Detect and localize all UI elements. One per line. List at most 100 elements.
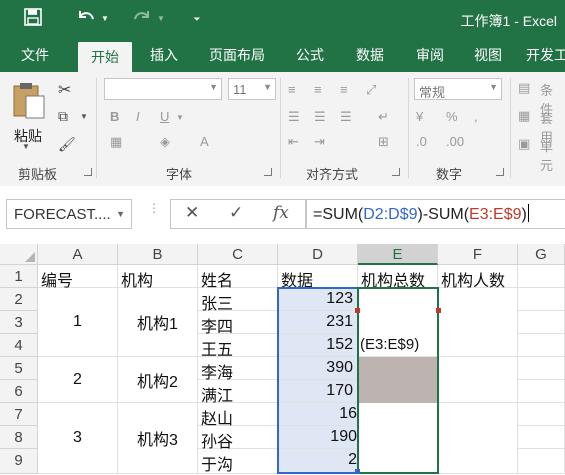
column-header-f[interactable]: F <box>438 244 518 265</box>
cell-d3[interactable]: 231 <box>278 311 358 334</box>
cell-b2-merged[interactable]: 机构1 <box>118 288 198 357</box>
format-table-icon[interactable]: ▦ <box>518 108 530 124</box>
tab-insert[interactable]: 插入 <box>140 38 188 72</box>
cell-d9[interactable]: 2 <box>278 449 358 474</box>
cell-g7[interactable] <box>518 403 565 426</box>
increase-decimal-icon[interactable]: .0 <box>416 134 427 149</box>
cell-c6[interactable]: 满江 <box>198 380 278 405</box>
tab-developer[interactable]: 开发工 <box>526 38 565 72</box>
row-header-3[interactable]: 3 <box>0 311 38 334</box>
cell-e5-merged[interactable] <box>358 357 438 403</box>
cell-b1[interactable]: 机构 <box>118 265 198 290</box>
percent-icon[interactable]: % <box>446 109 458 124</box>
font-launcher-icon[interactable] <box>264 168 272 176</box>
increase-indent-icon[interactable]: ⇥ <box>314 134 325 150</box>
row-header-4[interactable]: 4 <box>0 334 38 357</box>
merge-center-icon[interactable]: ⊞ <box>378 134 389 150</box>
cell-c5[interactable]: 李海 <box>198 357 278 382</box>
cell-e7-merged[interactable] <box>358 403 438 474</box>
row-header-5[interactable]: 5 <box>0 357 38 380</box>
orientation-icon[interactable]: ⤢ <box>366 82 376 98</box>
redo-dropdown-icon[interactable]: ▼ <box>156 8 166 30</box>
cell-e2-merged[interactable]: (E3:E$9) <box>358 288 438 357</box>
cell-styles-icon[interactable]: ▣ <box>518 136 530 152</box>
tab-file[interactable]: 文件 <box>10 38 60 72</box>
customize-qat-icon[interactable]: ⏷ <box>190 8 204 30</box>
cell-g2[interactable] <box>518 288 565 311</box>
cell-c3[interactable]: 李四 <box>198 311 278 336</box>
cell-c4[interactable]: 王五 <box>198 334 278 359</box>
select-all-corner[interactable] <box>0 244 38 265</box>
cell-e1[interactable]: 机构总数 <box>358 265 438 288</box>
column-header-g[interactable]: G <box>518 244 565 265</box>
cell-c7[interactable]: 赵山 <box>198 403 278 428</box>
column-header-b[interactable]: B <box>118 244 198 265</box>
undo-dropdown-icon[interactable]: ▼ <box>100 8 110 30</box>
cell-g3[interactable] <box>518 311 565 334</box>
align-left-icon[interactable]: ☰ <box>288 109 300 125</box>
wrap-text-icon[interactable]: ↵ <box>378 109 389 125</box>
align-center-icon[interactable]: ☰ <box>314 109 326 125</box>
paste-dropdown-icon[interactable]: ▼ <box>22 142 30 151</box>
copy-icon[interactable]: ⧉ <box>58 108 68 125</box>
check-icon[interactable]: ✓ <box>229 203 243 223</box>
cell-g6[interactable] <box>518 380 565 403</box>
copy-dropdown-icon[interactable]: ▼ <box>80 112 88 121</box>
range-resize-handle[interactable] <box>355 469 360 474</box>
cell-g5[interactable] <box>518 357 565 380</box>
row-header-6[interactable]: 6 <box>0 380 38 403</box>
cell-c2[interactable]: 张三 <box>198 288 278 313</box>
cell-a5-merged[interactable]: 2 <box>38 357 118 403</box>
cell-a2-merged[interactable]: 1 <box>38 288 118 357</box>
cell-f5[interactable] <box>438 357 518 403</box>
cell-g4[interactable] <box>518 334 565 357</box>
clipboard-launcher-icon[interactable] <box>84 168 92 176</box>
cell-b5-merged[interactable]: 机构2 <box>118 357 198 403</box>
row-header-2[interactable]: 2 <box>0 288 38 311</box>
row-header-1[interactable]: 1 <box>0 265 38 288</box>
cell-c8[interactable]: 孙谷 <box>198 426 278 451</box>
paste-button[interactable]: 粘贴 ▼ <box>8 78 48 151</box>
italic-button[interactable]: I <box>136 109 140 124</box>
cancel-icon[interactable]: ✕ <box>185 203 199 223</box>
alignment-launcher-icon[interactable] <box>392 168 400 176</box>
underline-dropdown-icon[interactable]: ▼ <box>176 113 184 122</box>
cell-styles-label[interactable]: 单元 <box>540 136 565 174</box>
column-header-c[interactable]: C <box>198 244 278 265</box>
cell-g8[interactable] <box>518 426 565 449</box>
cell-a1[interactable]: 编号 <box>38 265 118 290</box>
cell-d4[interactable]: 152 <box>278 334 358 357</box>
name-box[interactable]: FORECAST.... ▼ <box>6 199 132 229</box>
align-bottom-icon[interactable]: ≡ <box>340 82 348 97</box>
save-icon[interactable] <box>22 8 44 30</box>
undo-icon[interactable] <box>74 8 98 30</box>
format-painter-icon[interactable]: 🖌 <box>58 136 76 153</box>
bold-button[interactable]: B <box>110 109 119 124</box>
cell-c1[interactable]: 姓名 <box>198 265 278 290</box>
tab-formulas[interactable]: 公式 <box>288 38 332 72</box>
cell-d7[interactable]: 16 <box>278 403 358 426</box>
cell-b7-merged[interactable]: 机构3 <box>118 403 198 474</box>
tab-view[interactable]: 视图 <box>466 38 510 72</box>
insert-function-button[interactable]: fx <box>273 203 289 223</box>
comma-icon[interactable]: , <box>474 109 478 124</box>
range-resize-handle[interactable] <box>436 308 441 313</box>
border-icon[interactable]: ▦ <box>110 134 122 150</box>
tab-home[interactable]: 开始 <box>78 42 132 72</box>
range-resize-handle[interactable] <box>355 308 360 313</box>
cell-d8[interactable]: 190 <box>278 426 358 449</box>
redo-icon[interactable] <box>130 8 154 30</box>
font-name-combo[interactable]: ▼ <box>104 78 222 100</box>
align-top-icon[interactable]: ≡ <box>288 82 296 97</box>
cell-f2[interactable] <box>438 288 518 357</box>
cut-icon[interactable]: ✂ <box>58 80 71 100</box>
chevron-down-icon[interactable]: ▼ <box>116 209 125 219</box>
underline-button[interactable]: U <box>160 109 169 124</box>
tab-page-layout[interactable]: 页面布局 <box>200 38 274 72</box>
tab-data[interactable]: 数据 <box>348 38 392 72</box>
align-middle-icon[interactable]: ≡ <box>314 82 322 97</box>
decrease-indent-icon[interactable]: ⇤ <box>288 134 299 150</box>
cell-d5[interactable]: 390 <box>278 357 358 380</box>
cell-g1[interactable] <box>518 265 565 288</box>
cell-d2[interactable]: 123 <box>278 288 358 311</box>
